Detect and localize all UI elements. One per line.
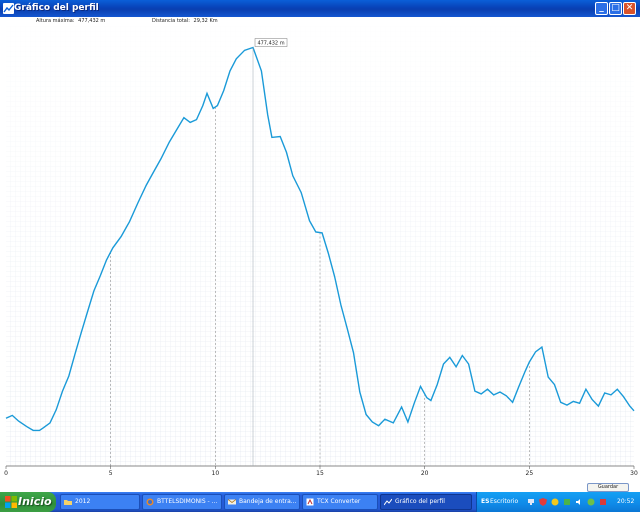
minimize-button[interactable]: _ bbox=[595, 2, 608, 15]
task-label: Bandeja de entra... bbox=[239, 498, 297, 505]
peak-marker-label: 477,432 m bbox=[257, 41, 284, 47]
close-button[interactable]: ✕ bbox=[623, 2, 636, 15]
max-altitude-label: Altura máxima: bbox=[36, 18, 75, 24]
security-icon[interactable] bbox=[599, 498, 607, 506]
chart-app-icon bbox=[3, 3, 14, 14]
max-altitude: Altura máxima: 477,432 m bbox=[36, 18, 105, 24]
update-icon[interactable] bbox=[563, 498, 571, 506]
language-indicator[interactable]: ES bbox=[481, 498, 489, 505]
browser-icon bbox=[146, 498, 154, 506]
windows-flag-icon bbox=[5, 496, 17, 508]
x-tick-label: 5 bbox=[109, 470, 113, 477]
x-tick-label: 30 bbox=[630, 470, 638, 477]
task-label: 2012 bbox=[75, 498, 91, 505]
start-label: Inicio bbox=[18, 495, 52, 508]
window-title: Gráfico del perfil bbox=[14, 3, 99, 13]
elevation-chart-svg: 0 5 10 15 20 25 30 477,432 m bbox=[4, 26, 638, 477]
task-browser[interactable]: BTTELSDIMONIS - ... bbox=[142, 494, 222, 510]
app-icon bbox=[306, 498, 314, 506]
total-distance-value: 29,32 Km bbox=[193, 18, 218, 24]
desktop-toolbar[interactable]: Escritorio bbox=[490, 498, 518, 505]
x-tick-label: 25 bbox=[526, 470, 534, 477]
task-mail[interactable]: Bandeja de entra... bbox=[224, 494, 300, 510]
network-icon[interactable] bbox=[527, 498, 535, 506]
messenger-icon[interactable] bbox=[587, 498, 595, 506]
task-2012[interactable]: 2012 bbox=[60, 494, 140, 510]
total-distance-label: Distancia total: bbox=[152, 18, 190, 24]
x-tick-label: 15 bbox=[316, 470, 324, 477]
start-button[interactable]: Inicio bbox=[0, 492, 56, 512]
folder-icon bbox=[64, 500, 72, 505]
total-distance: Distancia total: 29,32 Km bbox=[152, 18, 218, 24]
antivirus-icon[interactable] bbox=[551, 498, 559, 506]
clock: 20:52 bbox=[617, 498, 635, 505]
task-profile-chart[interactable]: Gráfico del perfil bbox=[380, 494, 472, 510]
x-tick-label: 10 bbox=[212, 470, 220, 477]
system-tray: ES Escritorio 20:52 bbox=[476, 492, 640, 512]
task-label: BTTELSDIMONIS - ... bbox=[157, 498, 218, 505]
task-label: TCX Converter bbox=[317, 498, 361, 505]
chart-icon bbox=[384, 498, 392, 506]
maximize-button[interactable]: □ bbox=[609, 2, 622, 15]
mail-icon bbox=[228, 499, 236, 505]
shield-icon[interactable] bbox=[539, 498, 547, 506]
max-altitude-value: 477,432 m bbox=[78, 18, 106, 24]
taskbar: Inicio 2012 BTTELSDIMONIS - ... Bandeja … bbox=[0, 492, 640, 512]
title-bar[interactable]: Gráfico del perfil _ □ ✕ bbox=[0, 0, 640, 17]
x-tick-label: 0 bbox=[4, 470, 8, 477]
task-label: Gráfico del perfil bbox=[395, 498, 445, 505]
task-tcx-converter[interactable]: TCX Converter bbox=[302, 494, 378, 510]
profile-chart-window: Gráfico del perfil _ □ ✕ Altura máxima: … bbox=[0, 0, 640, 492]
volume-icon[interactable] bbox=[575, 498, 583, 506]
x-tick-label: 20 bbox=[421, 470, 429, 477]
save-as-button[interactable]: Guardar como... bbox=[587, 483, 629, 492]
elevation-chart: 0 5 10 15 20 25 30 477,432 m bbox=[0, 26, 640, 492]
